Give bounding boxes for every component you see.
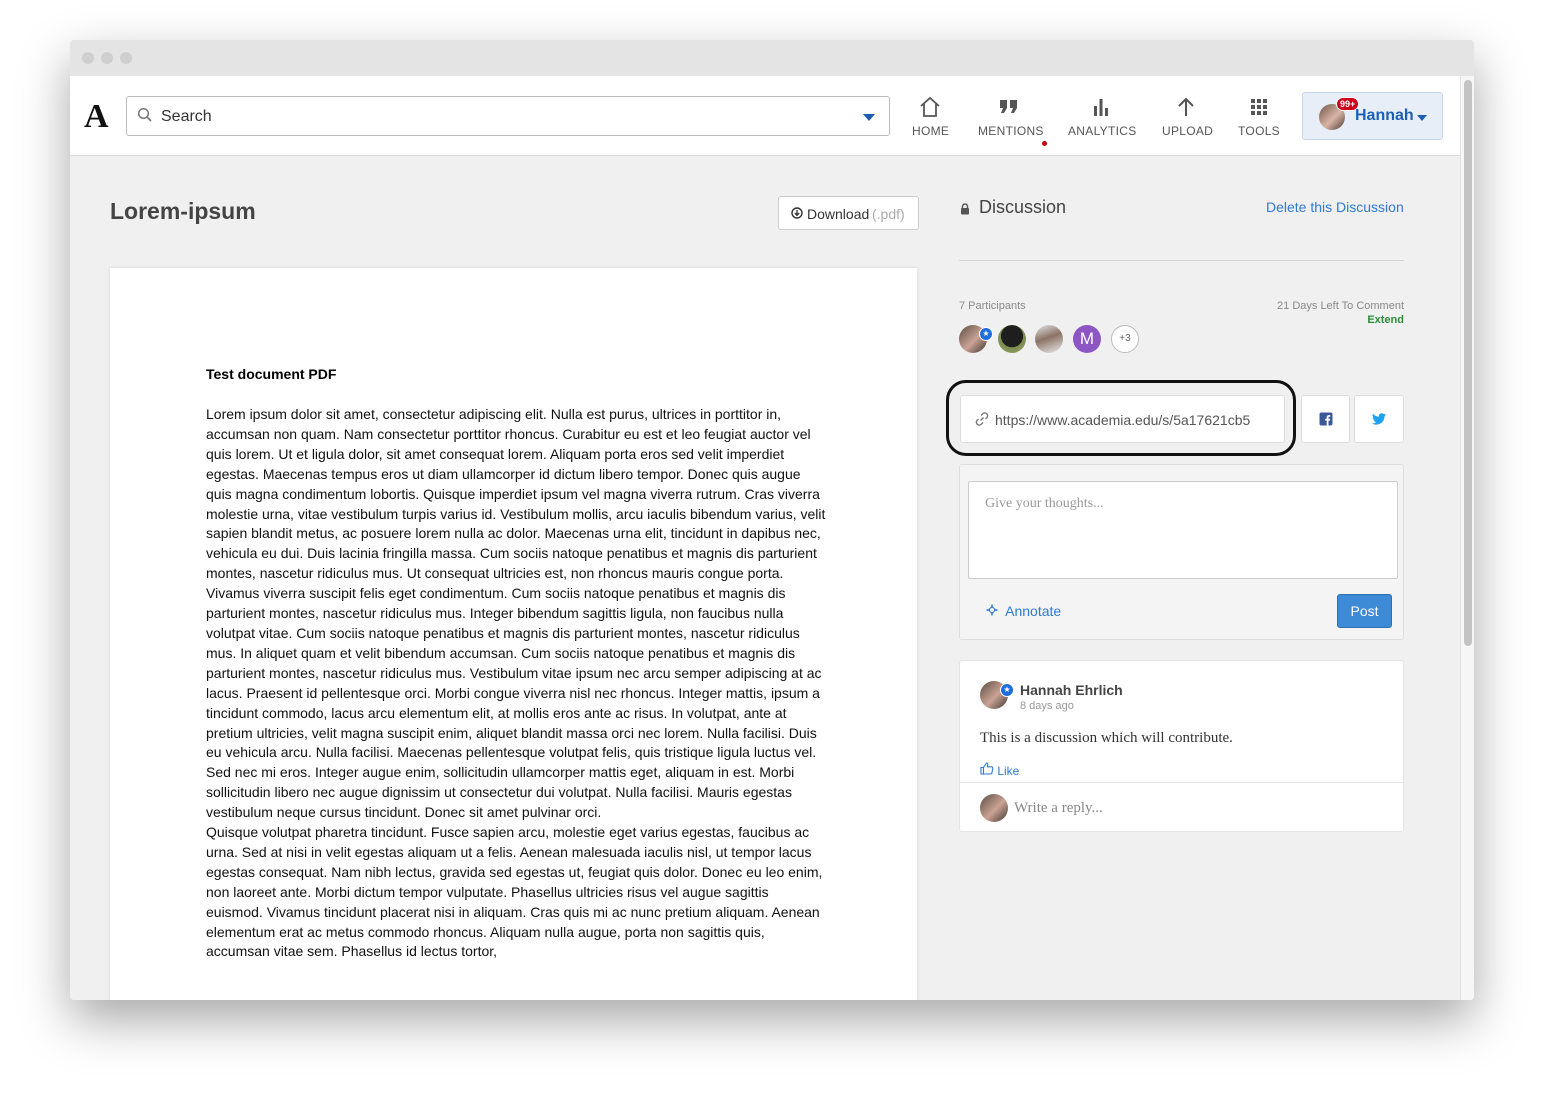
like-button[interactable]: Like: [980, 762, 1019, 778]
reply-input[interactable]: Write a reply...: [1014, 800, 1103, 817]
days-left-label: 21 Days Left To Comment: [1277, 300, 1404, 312]
comment-card: ★ Hannah Ehrlich 8 days ago This is a di…: [959, 660, 1404, 832]
participants-count: 7 Participants: [959, 300, 1026, 312]
reply-avatar: [980, 794, 1008, 822]
nav-analytics[interactable]: ANALYTICS: [1068, 94, 1137, 138]
mentions-notification-dot: [1042, 141, 1047, 146]
comment-text: This is a discussion which will contribu…: [980, 730, 1233, 746]
search-icon: [137, 107, 152, 122]
nav-mentions-label: MENTIONS: [978, 124, 1044, 138]
commenter-name[interactable]: Hannah Ehrlich: [1020, 682, 1123, 698]
highlight-oval: [946, 380, 1296, 456]
comment-divider: [960, 782, 1403, 783]
close-window-dot[interactable]: [82, 52, 94, 64]
document-title: Lorem-ipsum: [110, 198, 256, 224]
twitter-share-button[interactable]: [1354, 395, 1404, 443]
twitter-icon: [1372, 413, 1386, 425]
scrollbar-thumb[interactable]: [1464, 80, 1472, 646]
user-name: Hannah: [1355, 107, 1414, 124]
nav-upload-label: UPLOAD: [1162, 124, 1214, 138]
participant-avatar[interactable]: [1035, 325, 1063, 353]
download-circle-icon: [791, 207, 803, 219]
maximize-window-dot[interactable]: [120, 52, 132, 64]
pdf-body: Lorem ipsum dolor sit amet, consectetur …: [206, 405, 826, 962]
post-button[interactable]: Post: [1337, 594, 1392, 628]
search-dropdown-icon[interactable]: [863, 114, 875, 121]
discussion-divider: [959, 260, 1404, 261]
browser-window: A Search HOME MENTIONS ANALYTICS UPLOAD …: [70, 40, 1474, 1000]
user-menu-button[interactable]: 99+ Hannah: [1302, 92, 1443, 140]
comment-composer: Give your thoughts... Annotate Post: [959, 464, 1404, 640]
pdf-paragraph: Lorem ipsum dolor sit amet, consectetur …: [206, 406, 826, 821]
upload-arrow-icon: [1178, 97, 1194, 116]
extend-link[interactable]: Extend: [1320, 314, 1404, 326]
thumbs-up-icon: [980, 762, 994, 775]
page-scrollbar[interactable]: [1460, 76, 1474, 1000]
top-navbar: A Search HOME MENTIONS ANALYTICS UPLOAD …: [70, 76, 1460, 156]
nav-mentions[interactable]: MENTIONS: [978, 94, 1047, 146]
delete-discussion-link[interactable]: Delete this Discussion: [1266, 199, 1404, 215]
comment-timestamp: 8 days ago: [1020, 700, 1074, 712]
user-menu-caret-icon: [1417, 115, 1427, 121]
facebook-icon: [1319, 412, 1332, 426]
lock-icon: [961, 203, 969, 215]
comment-textarea[interactable]: Give your thoughts...: [968, 481, 1398, 579]
window-titlebar: [70, 40, 1474, 76]
nav-home[interactable]: HOME: [912, 94, 950, 138]
nav-tools[interactable]: TOOLS: [1238, 94, 1280, 138]
comment-placeholder: Give your thoughts...: [985, 496, 1104, 511]
crosshair-icon: [986, 604, 998, 616]
pdf-paragraph: Quisque volutpat pharetra tincidunt. Fus…: [206, 824, 823, 960]
like-label: Like: [997, 764, 1020, 778]
bar-chart-icon: [1094, 99, 1108, 116]
quote-icon: [1000, 100, 1017, 113]
facebook-share-button[interactable]: [1301, 395, 1350, 443]
minimize-window-dot[interactable]: [101, 52, 113, 64]
star-badge-icon: ★: [1000, 683, 1014, 697]
nav-home-label: HOME: [912, 124, 950, 138]
search-input[interactable]: Search: [126, 96, 890, 136]
star-badge-icon: ★: [979, 327, 993, 341]
nav-analytics-label: ANALYTICS: [1068, 124, 1137, 138]
grid-icon: [1251, 99, 1267, 115]
download-button[interactable]: Download (.pdf): [778, 196, 919, 230]
more-participants-button[interactable]: +3: [1111, 325, 1139, 353]
participant-avatar-initial[interactable]: M: [1073, 325, 1101, 353]
download-extension: (.pdf): [872, 206, 905, 222]
pdf-heading: Test document PDF: [206, 366, 337, 382]
annotate-button[interactable]: Annotate: [986, 603, 1061, 619]
home-icon: [920, 96, 940, 117]
nav-tools-label: TOOLS: [1238, 124, 1280, 138]
annotate-label: Annotate: [1005, 603, 1062, 619]
search-placeholder: Search: [161, 108, 212, 125]
download-label: Download: [807, 206, 870, 222]
pdf-page: Test document PDF Lorem ipsum dolor sit …: [110, 268, 917, 1000]
academia-logo[interactable]: A: [84, 98, 109, 136]
participant-avatar[interactable]: [998, 325, 1026, 353]
discussion-title: Discussion: [979, 197, 1067, 217]
nav-upload[interactable]: UPLOAD: [1162, 94, 1214, 138]
